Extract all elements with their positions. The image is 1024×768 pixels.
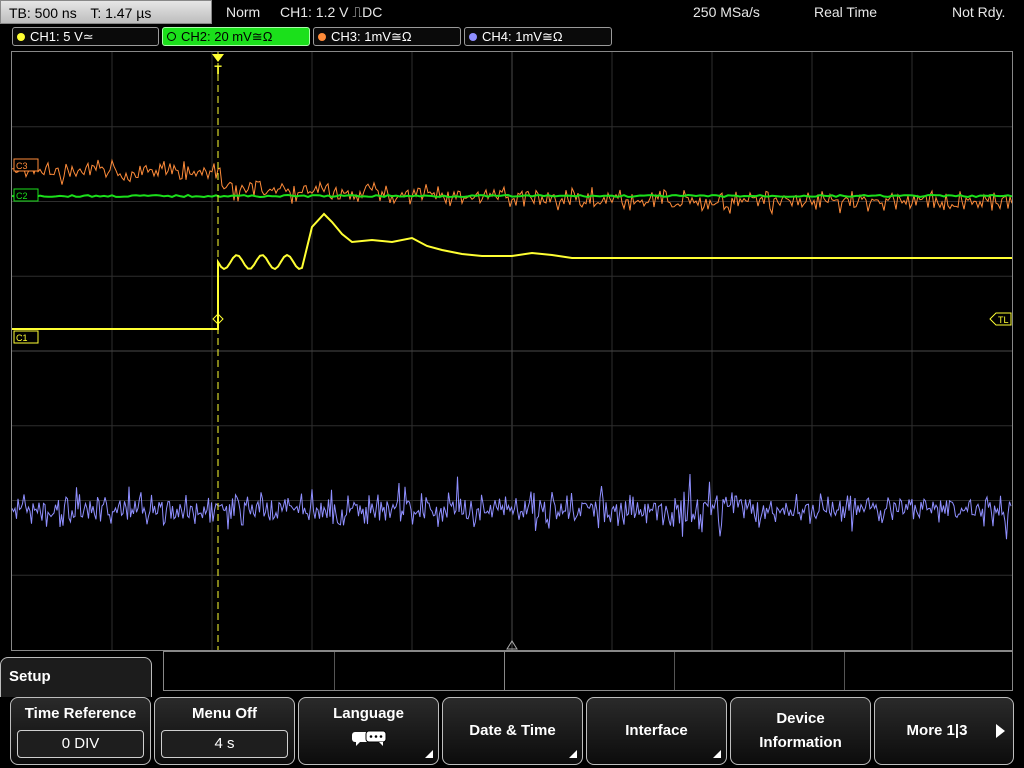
ch2-label: CH2: 20 mV≅Ω — [181, 29, 273, 44]
ch1-label: CH1: 5 V≃ — [30, 29, 94, 44]
waveform-display[interactable]: T C3 C2 C1 TL — [11, 51, 1013, 651]
overview-strip — [163, 651, 1013, 691]
time-reference-value[interactable]: 0 DIV — [17, 730, 144, 758]
time-reference-label: Time Reference — [24, 705, 137, 722]
channel-3-button[interactable]: CH3: 1mV≅Ω — [313, 27, 461, 46]
menu-off-button[interactable]: Menu Off 4 s — [154, 697, 295, 765]
date-time-button[interactable]: Date & Time — [442, 697, 583, 765]
trigger-mode[interactable]: Norm — [226, 0, 260, 24]
ch2-marker-label: C2 — [16, 191, 28, 201]
graticule — [12, 52, 1012, 650]
ch2-dot-icon — [167, 32, 176, 41]
more-label: More 1|3 — [906, 722, 968, 739]
status-bar: TB: 500 ns T: 1.47 µs Norm CH1: 1.2 V ⎍D… — [0, 0, 1024, 26]
ch2-offset-marker[interactable]: C2 — [13, 188, 39, 202]
next-page-icon — [996, 724, 1005, 738]
trigger-position-marker[interactable]: T — [212, 54, 224, 77]
date-time-label: Date & Time — [469, 722, 556, 739]
timebase-label: TB: 500 ns — [9, 5, 77, 21]
submenu-indicator-icon — [713, 750, 721, 758]
menu-off-label: Menu Off — [192, 705, 257, 722]
interface-button[interactable]: Interface — [586, 697, 727, 765]
sample-rate: 250 MSa/s — [693, 4, 760, 20]
acquisition-mode: Real Time — [814, 4, 878, 20]
menu-title: Setup — [0, 657, 152, 697]
speech-bubbles-icon — [351, 730, 386, 746]
ch1-marker-label: C1 — [16, 333, 28, 343]
trigger-level-label: TL — [998, 315, 1009, 325]
ch3-offset-marker[interactable]: C3 — [13, 158, 39, 172]
ch4-label: CH4: 1mV≅Ω — [482, 29, 563, 44]
ch1-dot-icon — [17, 33, 25, 41]
ch3-marker-label: C3 — [16, 161, 28, 171]
submenu-indicator-icon — [569, 750, 577, 758]
language-button[interactable]: Language — [298, 697, 439, 765]
channel-bar: CH1: 5 V≃ CH2: 20 mV≅Ω CH3: 1mV≅Ω CH4: 1… — [0, 26, 1024, 48]
device-information-label: Device Information — [759, 710, 842, 751]
ch3-dot-icon — [318, 33, 326, 41]
run-state: Not Rdy. — [952, 4, 1006, 20]
menu-off-value[interactable]: 4 s — [161, 730, 288, 758]
strip-divider — [334, 652, 335, 690]
more-button[interactable]: More 1|3 — [874, 697, 1014, 765]
trigger-level-marker[interactable]: TL — [989, 312, 1012, 326]
strip-divider — [504, 652, 505, 690]
strip-divider — [844, 652, 845, 690]
time-reference-button[interactable]: Time Reference 0 DIV — [10, 697, 151, 765]
trigger-marker-label: T — [214, 63, 222, 77]
waveform-canvas: T C3 C2 C1 TL — [12, 52, 1012, 650]
language-label: Language — [333, 705, 404, 722]
ch3-label: CH3: 1mV≅Ω — [331, 29, 412, 44]
ch4-dot-icon — [469, 33, 477, 41]
channel-1-button[interactable]: CH1: 5 V≃ — [12, 27, 159, 46]
ch1-offset-marker[interactable]: C1 — [13, 330, 39, 344]
interface-label: Interface — [625, 722, 688, 739]
trigger-time-label: T: 1.47 µs — [90, 5, 152, 21]
submenu-indicator-icon — [425, 750, 433, 758]
trigger-source[interactable]: CH1: 1.2 V ⎍DC — [280, 0, 382, 24]
channel-2-button[interactable]: CH2: 20 mV≅Ω — [162, 27, 310, 46]
device-information-button[interactable]: Device Information — [730, 697, 871, 765]
channel-4-button[interactable]: CH4: 1mV≅Ω — [464, 27, 612, 46]
strip-divider — [674, 652, 675, 690]
timebase-box[interactable]: TB: 500 ns T: 1.47 µs — [0, 0, 212, 24]
